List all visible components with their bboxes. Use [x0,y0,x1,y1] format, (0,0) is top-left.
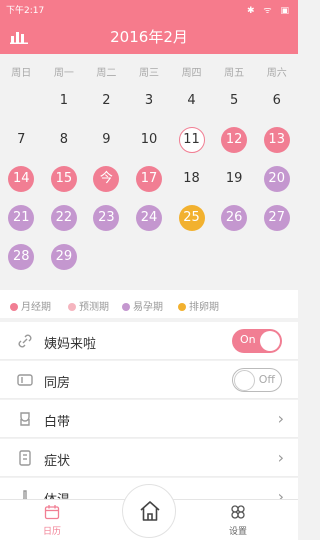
calendar-day[interactable]: 19 [221,166,247,192]
calendar-icon [44,505,60,520]
month-title[interactable]: 2016年2月 [0,26,298,47]
toggle-state-label: Off [258,373,275,386]
calendar-day[interactable]: 18 [179,166,205,192]
app-header: 2016年2月 [0,18,298,54]
legend-item: 月经期 [10,298,51,313]
legend-label: 月经期 [21,302,51,313]
calendar-legend: 月经期 预测期 易孕期 排卵期 [0,290,298,318]
calendar-day[interactable]: 26 [221,205,248,231]
weekday-label: 周六 [266,68,287,79]
calendar-day[interactable]: 今 [93,166,120,192]
home-icon [140,501,160,521]
tab-settings[interactable]: 设置 [208,500,268,540]
record-row[interactable]: 症状 › [0,439,298,477]
calendar-day[interactable]: 22 [50,205,77,231]
weekday-label: 周三 [139,68,159,79]
calendar-day[interactable]: 13 [263,127,290,153]
weekday-label: 周日 [11,68,32,79]
calendar-day[interactable]: 6 [264,88,290,114]
record-label: 姨妈来啦 [44,337,97,352]
calendar-day[interactable]: 23 [93,205,120,231]
legend-dot-icon [68,303,76,311]
chevron-right-icon: › [277,448,284,467]
calendar-day[interactable]: 20 [263,166,290,192]
chevron-right-icon: › [277,409,284,428]
toggle-state-label: On [240,333,256,346]
toggle-switch[interactable]: Off [232,368,282,392]
calendar-grid: 周日 周一 周二 周三 周四 周五 周六 1 2 3 4 5 6 7 8 9 10 11 12 13 14 15 今 17 1… [0,54,298,290]
calendar-day[interactable]: 10 [136,127,162,153]
status-icons: ✱ ᯤ ▣ [247,6,292,16]
weekday-label: 周一 [53,68,74,79]
calendar-day[interactable]: 4 [179,88,205,114]
weekday-label: 周五 [224,68,245,79]
calendar-day[interactable]: 27 [263,205,290,231]
calendar-day[interactable]: 7 [8,127,34,153]
calendar-day[interactable]: 28 [8,244,35,270]
calendar-day[interactable]: 21 [8,205,35,231]
link-icon [18,334,32,348]
legend-dot-icon [122,303,130,311]
legend-dot-icon [178,303,186,311]
calendar-day[interactable]: 12 [221,127,248,153]
calendar-day[interactable]: 9 [93,127,119,153]
calendar-day[interactable]: 15 [50,166,77,192]
legend-dot-icon [10,303,18,311]
legend-label: 排卵期 [189,302,219,313]
calendar-day[interactable]: 14 [8,166,35,192]
discharge-icon [20,412,30,426]
record-row[interactable]: 白带 › [0,400,298,438]
settings-icon [231,505,245,519]
calendar-day[interactable]: 11 [178,127,205,153]
couple-icon [17,374,33,386]
calendar-day[interactable]: 24 [136,205,162,231]
calendar-day[interactable]: 17 [136,166,162,192]
weekday-header: 周日 周一 周二 周三 周四 周五 周六 [0,64,298,80]
home-button[interactable] [122,484,176,538]
legend-label: 预测期 [79,302,109,313]
record-label: 白带 [44,415,71,430]
weekday-label: 周四 [181,68,202,79]
calendar-day[interactable]: 8 [51,127,77,153]
calendar-day[interactable]: 29 [50,244,77,270]
record-label: 同房 [44,376,71,391]
legend-item: 预测期 [68,298,109,313]
legend-item: 排卵期 [178,298,219,313]
weekday-label: 周二 [96,68,117,79]
record-row: 姨妈来啦 On [0,322,298,360]
calendar-day[interactable]: 25 [178,205,205,231]
calendar-day[interactable]: 1 [51,88,77,114]
calendar-day[interactable]: 3 [136,88,162,114]
tab-calendar[interactable]: 日历 [22,500,82,540]
tab-calendar-label: 日历 [42,527,61,537]
legend-label: 易孕期 [133,302,163,313]
status-bar: 下午2:17 ✱ ᯤ ▣ [0,0,298,18]
toggle-knob [234,370,255,391]
status-time: 下午2:17 [6,6,45,16]
toggle-switch[interactable]: On [232,329,282,353]
record-label: 症状 [44,454,71,469]
toggle-knob [260,331,280,351]
calendar-day[interactable]: 5 [221,88,247,114]
symptom-icon [19,450,31,466]
calendar-day[interactable]: 2 [93,88,119,114]
legend-item: 易孕期 [122,298,163,313]
tab-settings-label: 设置 [228,527,247,537]
record-row: 同房 Off [0,361,298,399]
